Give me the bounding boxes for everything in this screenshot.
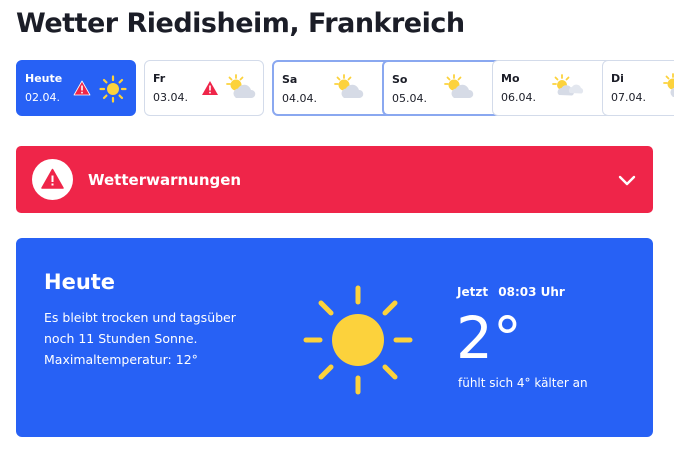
- sun-icon: [303, 285, 413, 395]
- day-tab-heute[interactable]: Heute 02.04.: [16, 60, 136, 116]
- warning-icon: [202, 81, 218, 95]
- day-tab-so[interactable]: So 05.04.: [382, 60, 502, 116]
- current-time: 08:03 Uhr: [498, 285, 565, 299]
- sun-icon: [99, 75, 127, 103]
- current-time-row: Jetzt 08:03 Uhr: [457, 285, 565, 299]
- today-heading: Heute: [44, 270, 116, 294]
- warning-icon: [41, 168, 64, 189]
- day-date: 07.04.: [611, 91, 646, 104]
- day-name: Heute: [25, 72, 63, 85]
- today-weather-card: Heute Es bleibt trocken und tagsüber noc…: [16, 238, 653, 437]
- sun-clouds-icon: [552, 74, 584, 96]
- day-name: Fr: [153, 72, 166, 85]
- day-name: So: [392, 73, 408, 86]
- day-name: Mo: [501, 72, 520, 85]
- weather-warnings-label: Wetterwarnungen: [88, 171, 242, 189]
- day-name: Di: [611, 72, 624, 85]
- day-name: Sa: [282, 73, 298, 86]
- now-label: Jetzt: [457, 285, 489, 299]
- day-tab-fr[interactable]: Fr 03.04.: [144, 60, 264, 116]
- chevron-down-icon[interactable]: [617, 170, 637, 190]
- day-tab-sa[interactable]: Sa 04.04.: [272, 60, 392, 116]
- day-selector: Heute 02.04. Fr 03.04. Sa 04.04. So 05.0…: [16, 60, 674, 116]
- sun-cloud-icon: [663, 73, 674, 97]
- page-title: Wetter Riedisheim, Frankreich: [16, 8, 465, 39]
- day-date: 04.04.: [282, 92, 317, 105]
- today-description: Es bleibt trocken und tagsüber noch 11 S…: [44, 310, 236, 367]
- day-date: 06.04.: [501, 91, 536, 104]
- weather-warnings-banner[interactable]: Wetterwarnungen: [16, 146, 653, 213]
- warning-icon: [73, 80, 91, 96]
- current-temperature: 2°: [456, 304, 522, 372]
- day-date: 02.04.: [25, 91, 60, 104]
- sun-cloud-icon: [226, 74, 256, 98]
- day-date: 03.04.: [153, 91, 188, 104]
- day-date: 05.04.: [392, 92, 427, 105]
- feels-like-text: fühlt sich 4° kälter an: [458, 376, 588, 390]
- day-tab-di[interactable]: Di 07.04.: [602, 60, 674, 116]
- sun-cloud-icon: [334, 74, 364, 98]
- warning-badge: [32, 159, 73, 200]
- day-tab-mo[interactable]: Mo 06.04.: [492, 60, 612, 116]
- sun-cloud-icon: [444, 74, 474, 98]
